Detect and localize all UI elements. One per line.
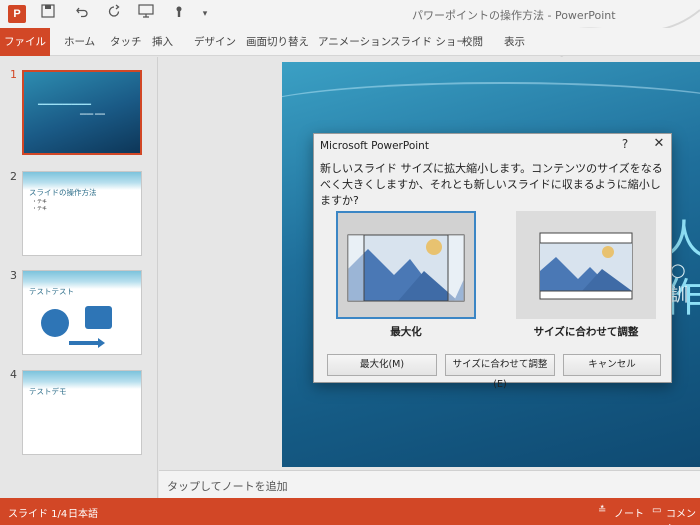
slide-thumbnail-4[interactable]: テストデモ: [22, 370, 142, 455]
ensure-fit-preview-icon: [539, 232, 633, 300]
maximize-preview-icon: [347, 234, 465, 302]
touch-mode-icon[interactable]: [170, 4, 190, 24]
tab-insert[interactable]: 挿入: [152, 28, 173, 56]
comments-toggle[interactable]: コメント: [666, 505, 700, 525]
thumbnail-title-decoration: ━━━━━━━━━━━: [38, 100, 91, 109]
notes-placeholder: タップしてノートを追加: [167, 480, 288, 493]
cancel-button[interactable]: キャンセル: [563, 354, 661, 376]
slide-subtitle-fragment[interactable]: ○訓: [670, 260, 700, 307]
ensure-fit-button[interactable]: サイズに合わせて調整(E): [445, 354, 555, 390]
notes-toggle-icon[interactable]: ≛: [598, 505, 606, 516]
thumbnail-title: テストテスト: [29, 287, 74, 296]
maximize-option[interactable]: [336, 211, 476, 319]
dialog-title: Microsoft PowerPoint: [320, 140, 429, 152]
tab-review[interactable]: 校閲: [462, 28, 483, 56]
thumbnail-title: テストデモ: [29, 387, 67, 396]
close-button[interactable]: ✕: [651, 136, 667, 151]
arrow-shape: [69, 338, 105, 348]
language-indicator: 日本語: [68, 509, 98, 520]
slide-number-2: 2: [10, 170, 17, 183]
maximize-label: 最大化: [390, 326, 422, 338]
save-icon[interactable]: [38, 4, 58, 24]
tab-file[interactable]: ファイル: [0, 28, 50, 56]
thumbnail-bullet: ・テキ: [32, 199, 48, 205]
tab-design[interactable]: デザイン: [194, 28, 236, 56]
slide-number-4: 4: [10, 368, 17, 381]
slide-thumbnail-2[interactable]: スライドの操作方法 ・テキ ・テキ: [22, 171, 142, 256]
ensure-fit-label: サイズに合わせて調整: [533, 326, 639, 338]
tab-touch[interactable]: タッチ: [110, 28, 142, 56]
tab-animations[interactable]: アニメーション: [318, 28, 391, 56]
redo-icon[interactable]: [104, 4, 124, 24]
notes-pane[interactable]: タップしてノートを追加: [159, 470, 700, 498]
tab-home[interactable]: ホーム: [64, 28, 95, 56]
thumbnail-bullets: ・テキ ・テキ: [32, 199, 47, 213]
title-bar: P ▾ パワーポイントの操作方法 - PowerPoint: [0, 0, 700, 59]
scale-dialog: Microsoft PowerPoint ? ✕ 新しいスライド サイズに拡大縮…: [313, 133, 672, 390]
rounded-square-shape: [85, 306, 112, 329]
customize-icon[interactable]: ▾: [198, 4, 212, 24]
ribbon-tabs: ファイル ホーム タッチ 挿入 デザイン 画面切り替え アニメーション スライド…: [0, 28, 700, 56]
comments-toggle-icon[interactable]: ▭: [652, 505, 661, 516]
status-bar: スライド 1/4 日本語 ≛ ノート ▭ コメント: [0, 498, 700, 525]
thumbnail-bullet: ・テキ: [32, 206, 48, 212]
tab-transitions[interactable]: 画面切り替え: [246, 28, 309, 56]
slide-number-3: 3: [10, 269, 17, 282]
dialog-message: 新しいスライド サイズに拡大縮小します。コンテンツのサイズをなるべく大きくします…: [320, 162, 663, 207]
circle-shape: [41, 309, 69, 337]
slideshow-icon[interactable]: [136, 4, 156, 24]
slide-number-1: 1: [10, 68, 17, 81]
thumbnail-title: スライドの操作方法: [29, 188, 97, 197]
tab-slideshow[interactable]: スライド ショー: [390, 28, 467, 56]
thumbnail-subtitle-decoration: ━━━━ ━━━: [80, 112, 105, 118]
help-button[interactable]: ?: [617, 137, 633, 151]
ensure-fit-option[interactable]: [516, 211, 656, 319]
powerpoint-logo-icon: P: [8, 5, 26, 23]
maximize-button[interactable]: 最大化(M): [327, 354, 437, 376]
thumbnail-pane: 1 ━━━━━━━━━━━ ━━━━ ━━━ 2 スライドの操作方法 ・テキ ・…: [0, 57, 158, 498]
slide-thumbnail-1[interactable]: ━━━━━━━━━━━ ━━━━ ━━━: [22, 70, 142, 155]
notes-toggle[interactable]: ノート: [614, 505, 644, 520]
slide-thumbnail-3[interactable]: テストテスト: [22, 270, 142, 355]
tab-view[interactable]: 表示: [504, 28, 525, 56]
undo-icon[interactable]: [72, 4, 92, 24]
slide-indicator: スライド 1/4: [8, 509, 68, 520]
